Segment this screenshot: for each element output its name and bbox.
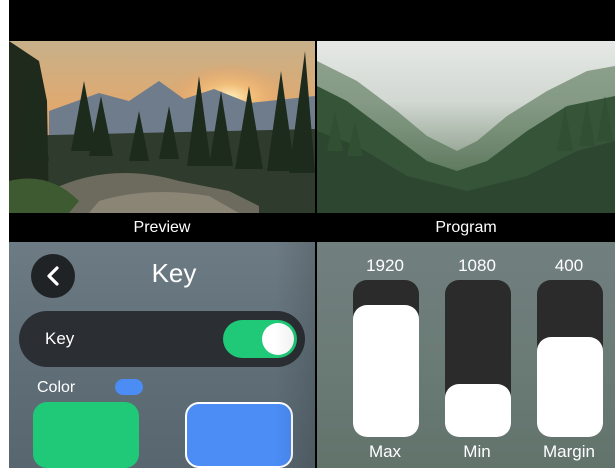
selected-color-indicator	[115, 379, 143, 395]
toggle-knob	[262, 323, 294, 355]
min-value: 1080	[458, 256, 496, 275]
margin-value: 400	[554, 256, 584, 275]
foggy-forest-image	[317, 41, 615, 213]
max-label: Max	[368, 442, 402, 461]
key-toggle-label: Key	[45, 329, 75, 348]
max-slider-fill	[353, 305, 419, 437]
max-slider[interactable]	[353, 280, 419, 437]
max-value: 1920	[366, 256, 404, 275]
margin-label: Margin	[543, 442, 595, 461]
chevron-left-icon	[47, 266, 59, 286]
size-sliders-panel: 1920 1080 400 Max Min Margin	[317, 242, 615, 468]
program-monitor[interactable]	[317, 41, 615, 213]
top-bar	[9, 0, 615, 41]
key-toggle-switch[interactable]	[223, 320, 297, 358]
back-button[interactable]	[31, 254, 75, 298]
min-label: Min	[463, 442, 491, 461]
color-swatch-blue[interactable]	[185, 402, 293, 468]
key-settings-panel: Key Key Color	[9, 242, 315, 468]
preview-monitor[interactable]	[9, 41, 315, 213]
margin-slider[interactable]	[537, 280, 603, 437]
preview-label: Preview	[9, 213, 315, 242]
min-slider[interactable]	[445, 280, 511, 437]
color-label: Color	[37, 379, 76, 396]
sunset-forest-image	[9, 41, 315, 213]
program-label: Program	[317, 213, 615, 242]
min-slider-fill	[445, 383, 511, 437]
margin-slider-fill	[537, 336, 603, 437]
app-frame: Preview Program Key Key Color 1920 1080 …	[9, 0, 615, 468]
color-swatch-green[interactable]	[33, 402, 139, 468]
key-toggle-row[interactable]: Key	[19, 311, 305, 367]
panel-title: Key	[151, 258, 197, 288]
